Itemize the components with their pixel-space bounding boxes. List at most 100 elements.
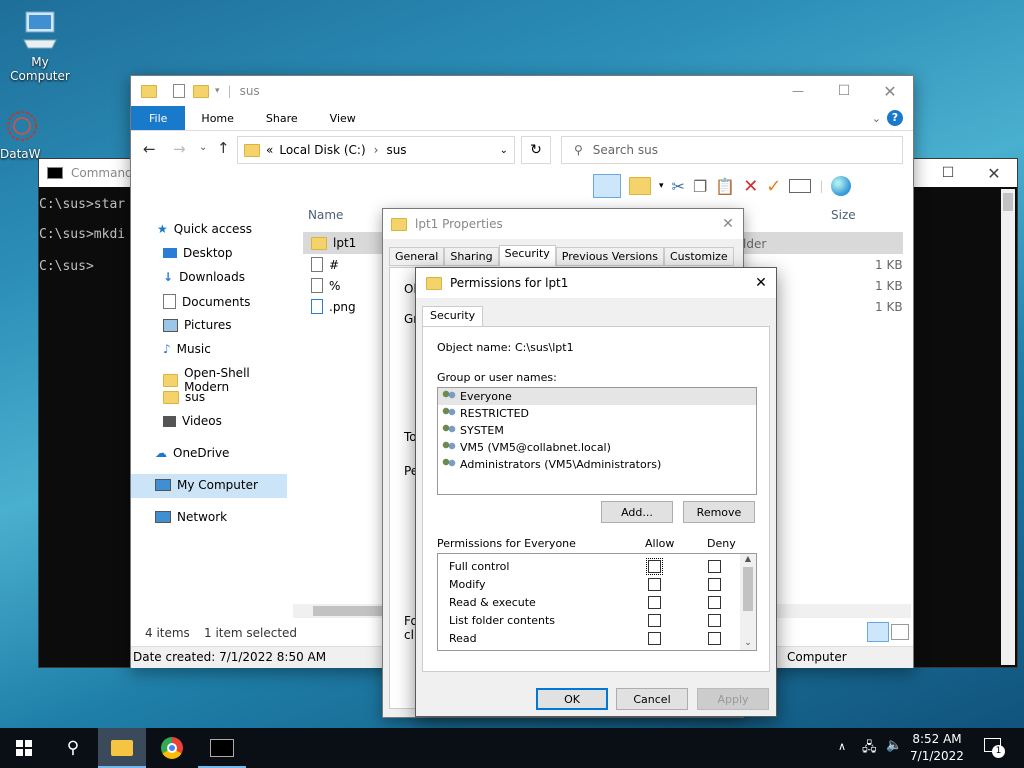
breadcrumb-local-disk[interactable]: Local Disk (C:) bbox=[279, 143, 365, 157]
permissions-dialog[interactable]: Permissions for lpt1 ✕ Security Object n… bbox=[415, 267, 777, 717]
file-row[interactable]: # bbox=[311, 257, 339, 272]
nav-item-my-computer-label[interactable]: My Computer bbox=[155, 478, 258, 492]
clock[interactable]: 8:52 AM 7/1/2022 bbox=[906, 731, 968, 765]
search-button[interactable]: ⚲ bbox=[50, 728, 96, 768]
nav-item-downloads[interactable]: ↓ Downloads bbox=[163, 270, 245, 284]
permissions-titlebar[interactable]: Permissions for lpt1 ✕ bbox=[416, 268, 776, 298]
nav-item-videos[interactable]: Videos bbox=[163, 414, 222, 428]
nav-item-onedrive[interactable]: ☁ OneDrive bbox=[155, 446, 229, 460]
deny-modify-checkbox[interactable] bbox=[708, 578, 721, 591]
show-hidden-icons[interactable]: ∧ bbox=[838, 740, 846, 753]
desktop-icon-my-computer[interactable]: My Computer bbox=[0, 10, 80, 83]
forward-icon[interactable]: → bbox=[173, 140, 186, 158]
tab-security[interactable]: Security bbox=[422, 306, 484, 326]
address-dropdown-icon[interactable]: ⌄ bbox=[500, 145, 508, 156]
close-icon[interactable]: ✕ bbox=[971, 164, 1017, 183]
nav-item-desktop[interactable]: Desktop bbox=[163, 246, 233, 260]
user-list-item[interactable]: RESTRICTED bbox=[438, 405, 756, 422]
taskbar-chrome[interactable] bbox=[148, 728, 196, 768]
scroll-up-icon[interactable]: ▲ bbox=[740, 554, 756, 563]
maximize-icon[interactable]: ☐ bbox=[821, 83, 867, 99]
details-view-icon[interactable] bbox=[867, 622, 889, 642]
help-icon[interactable]: ? bbox=[887, 106, 913, 130]
column-header-size[interactable]: Size bbox=[831, 208, 856, 222]
ok-button[interactable]: OK bbox=[536, 688, 608, 710]
tab-sharing[interactable]: Sharing bbox=[444, 247, 499, 266]
allow-list-folder-checkbox[interactable] bbox=[648, 614, 661, 627]
tab-home[interactable]: Home bbox=[185, 106, 249, 130]
file-row[interactable]: .png bbox=[311, 299, 356, 314]
close-icon[interactable]: ✕ bbox=[867, 82, 913, 101]
close-icon[interactable]: ✕ bbox=[713, 216, 743, 232]
properties-quick-icon[interactable] bbox=[173, 84, 185, 98]
back-icon[interactable]: ← bbox=[143, 140, 156, 158]
user-list-item[interactable]: Everyone bbox=[438, 388, 756, 405]
tab-customize[interactable]: Customize bbox=[663, 247, 734, 266]
user-list-item[interactable]: VM5 (VM5@collabnet.local) bbox=[438, 439, 756, 456]
maximize-icon[interactable]: ☐ bbox=[925, 165, 971, 181]
remove-button[interactable]: Remove bbox=[683, 501, 755, 523]
allow-full-control-checkbox[interactable] bbox=[646, 558, 663, 575]
cancel-button[interactable]: Cancel bbox=[616, 688, 688, 710]
paste-icon[interactable]: 📋 bbox=[715, 177, 735, 196]
deny-list-folder-checkbox[interactable] bbox=[708, 614, 721, 627]
nav-item-music[interactable]: ♪ Music bbox=[163, 342, 211, 356]
nav-item-sus[interactable]: sus bbox=[163, 390, 205, 404]
search-input[interactable]: ⚲ Search sus bbox=[561, 136, 903, 164]
cut-icon[interactable]: ✂ bbox=[672, 177, 685, 196]
minimize-icon[interactable]: — bbox=[775, 84, 821, 98]
column-header-name[interactable]: Name bbox=[308, 208, 343, 222]
nav-item-documents[interactable]: Documents bbox=[163, 294, 250, 309]
allow-read-checkbox[interactable] bbox=[648, 632, 661, 645]
tab-previous-versions[interactable]: Previous Versions bbox=[555, 247, 664, 266]
scroll-down-icon[interactable]: ⌄ bbox=[740, 638, 756, 648]
new-folder-quick-icon[interactable] bbox=[193, 84, 209, 98]
cmd-scrollbar[interactable] bbox=[1001, 189, 1015, 665]
user-list-item[interactable]: SYSTEM bbox=[438, 422, 756, 439]
deny-read-checkbox[interactable] bbox=[708, 632, 721, 645]
taskbar-file-explorer[interactable] bbox=[98, 728, 146, 768]
rename-icon[interactable] bbox=[789, 179, 812, 193]
breadcrumb-sus[interactable]: sus bbox=[386, 143, 406, 157]
tab-security[interactable]: Security bbox=[498, 245, 556, 266]
network-status-icon[interactable]: 🖧 bbox=[862, 738, 877, 760]
tab-share[interactable]: Share bbox=[250, 106, 314, 130]
nav-item-pictures[interactable]: Pictures bbox=[163, 318, 232, 332]
tab-view[interactable]: View bbox=[314, 106, 372, 130]
globe-icon[interactable] bbox=[831, 176, 852, 196]
address-bar[interactable]: « Local Disk (C:) › sus ⌄ bbox=[237, 136, 515, 164]
up-icon[interactable]: ↑ bbox=[217, 139, 230, 157]
desktop-icon-dataw[interactable]: DataW bbox=[0, 108, 41, 161]
preview-pane-icon[interactable] bbox=[593, 174, 621, 198]
file-row[interactable]: lpt1 bbox=[311, 236, 356, 250]
new-folder-icon[interactable] bbox=[629, 177, 651, 195]
ribbon-expand-icon[interactable]: ⌄ bbox=[866, 106, 887, 130]
refresh-button[interactable]: ↻ bbox=[521, 136, 551, 164]
properties-titlebar[interactable]: lpt1 Properties ✕ bbox=[383, 209, 743, 239]
file-row[interactable]: % bbox=[311, 278, 340, 293]
tab-file[interactable]: File bbox=[131, 106, 186, 130]
notifications-button[interactable]: 1 bbox=[980, 736, 1006, 760]
nav-item-quick-access[interactable]: ★ Quick access bbox=[157, 222, 252, 236]
permissions-list[interactable]: Full control Modify Read & execute List … bbox=[437, 553, 757, 651]
user-list[interactable]: Everyone RESTRICTED SYSTEM VM5 (VM5@coll… bbox=[437, 387, 757, 495]
chevron-down-icon[interactable]: ▾ bbox=[659, 181, 664, 191]
user-list-item[interactable]: Administrators (VM5\Administrators) bbox=[438, 456, 756, 473]
permissions-scrollbar[interactable]: ▲ ⌄ bbox=[740, 554, 756, 650]
recent-chevron-icon[interactable]: ⌄ bbox=[199, 142, 207, 153]
copy-icon[interactable]: ❐ bbox=[693, 177, 707, 196]
explorer-titlebar[interactable]: ▾ | sus — ☐ ✕ bbox=[131, 76, 913, 106]
allow-modify-checkbox[interactable] bbox=[648, 578, 661, 591]
nav-item-network[interactable]: Network bbox=[155, 510, 227, 524]
delete-icon[interactable]: ✕ bbox=[743, 176, 758, 197]
start-button[interactable] bbox=[0, 728, 48, 768]
volume-icon[interactable]: 🔈 bbox=[886, 738, 902, 753]
add-button[interactable]: Add... bbox=[601, 501, 673, 523]
chevron-down-icon[interactable]: ▾ bbox=[215, 86, 220, 96]
allow-read-execute-checkbox[interactable] bbox=[648, 596, 661, 609]
deny-full-control-checkbox[interactable] bbox=[708, 560, 721, 573]
deny-read-execute-checkbox[interactable] bbox=[708, 596, 721, 609]
tab-general[interactable]: General bbox=[389, 247, 445, 266]
apply-button[interactable]: Apply bbox=[697, 688, 769, 710]
close-icon[interactable]: ✕ bbox=[746, 275, 776, 291]
